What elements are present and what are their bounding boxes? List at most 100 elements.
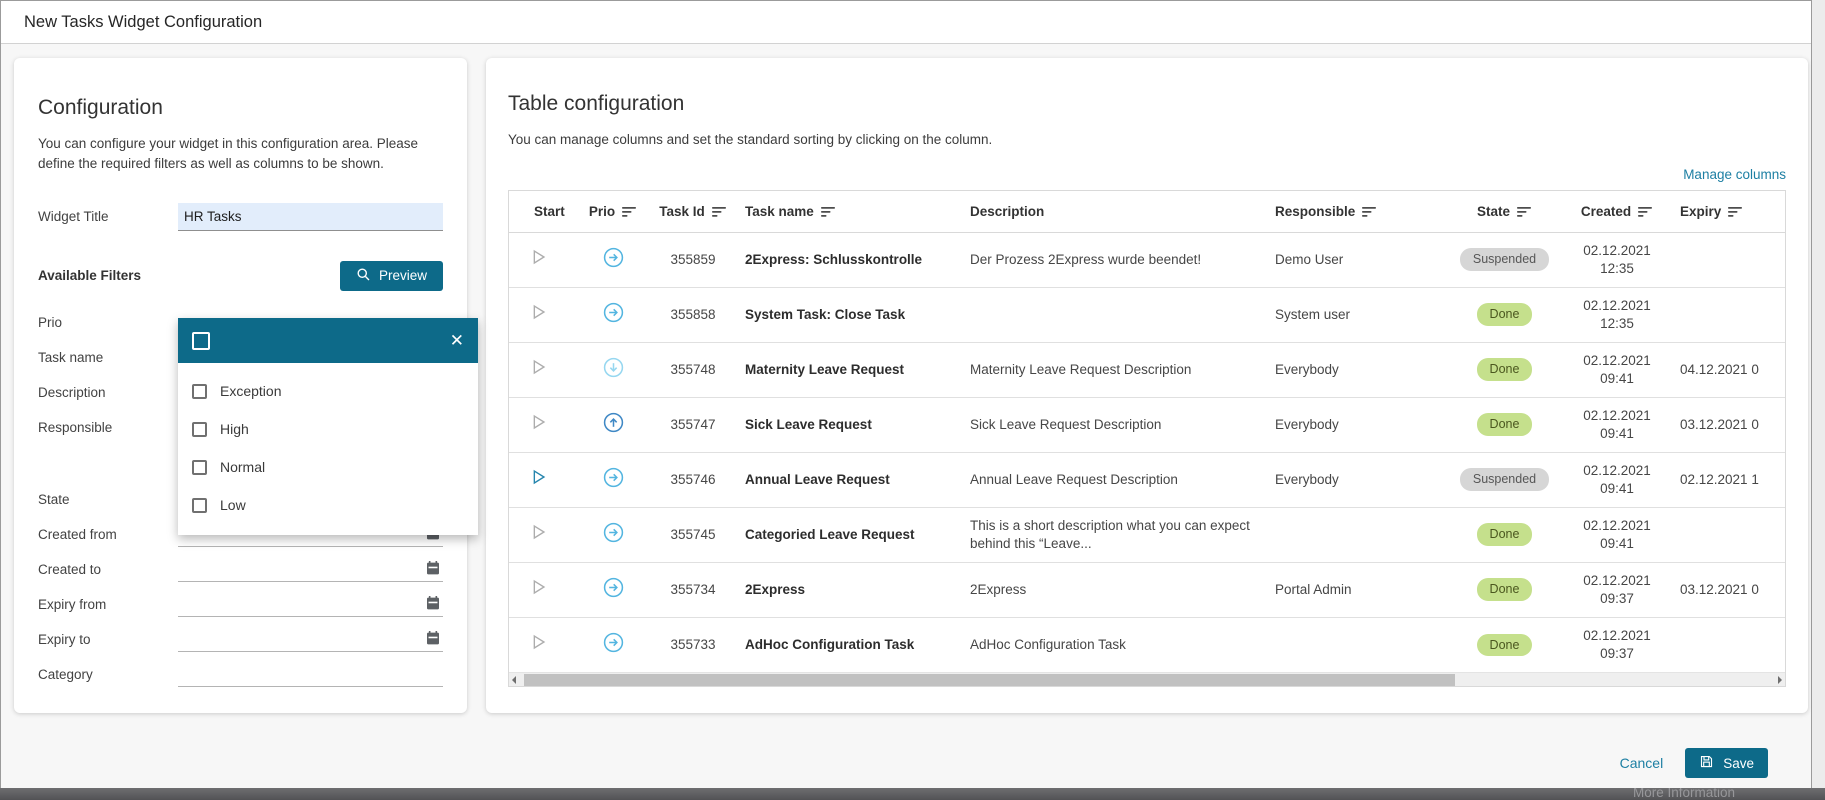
created-cell: 02.12.2021 09:41 — [1562, 452, 1672, 508]
created-time: 09:37 — [1600, 590, 1634, 606]
start-task-button[interactable] — [527, 635, 549, 656]
status-badge: Done — [1476, 358, 1533, 382]
checkbox[interactable] — [192, 421, 207, 437]
prio-cell — [577, 342, 649, 398]
created-time: 09:41 — [1600, 535, 1634, 551]
start-task-button[interactable] — [527, 249, 549, 271]
table-configuration-panel: Table configuration You can manage colum… — [486, 58, 1808, 713]
start-task-button[interactable] — [527, 469, 549, 491]
created-date: 02.12.2021 — [1583, 462, 1651, 478]
column-header-task-name[interactable]: Task name — [737, 191, 962, 233]
table-row: 355747 Sick Leave Request Sick Leave Reque… — [509, 397, 1785, 453]
created-date: 02.12.2021 — [1583, 297, 1651, 313]
prio-arrow-right-icon — [602, 301, 625, 324]
dropdown-option-high[interactable]: High — [178, 410, 478, 448]
column-header-start[interactable]: Start — [509, 191, 577, 233]
calendar-icon[interactable] — [425, 560, 441, 581]
dropdown-option-exception[interactable]: Exception — [178, 372, 478, 410]
state-cell: Done — [1447, 562, 1562, 618]
filter-label: Description — [38, 384, 106, 400]
status-badge: Done — [1476, 578, 1533, 602]
column-header-label: Start — [534, 204, 565, 219]
created-cell: 02.12.2021 09:41 — [1562, 507, 1672, 563]
responsible-cell — [1267, 617, 1447, 672]
filter-input-created-to[interactable] — [178, 556, 443, 582]
filter-label: State — [38, 491, 70, 507]
start-task-button[interactable] — [527, 414, 549, 436]
prio-arrow-right-icon — [602, 576, 625, 599]
dropdown-option-label: Exception — [220, 383, 282, 399]
column-header-responsible[interactable]: Responsible — [1267, 191, 1447, 233]
scroll-right-icon[interactable] — [1778, 676, 1782, 685]
close-icon[interactable]: ✕ — [450, 332, 464, 349]
checkbox[interactable] — [192, 497, 207, 513]
column-header-label: Task name — [745, 204, 814, 219]
responsible-cell: Demo User — [1267, 232, 1447, 288]
calendar-icon[interactable] — [425, 595, 441, 616]
filter-input-expiry-to[interactable] — [178, 626, 443, 652]
created-time: 12:35 — [1600, 315, 1634, 331]
manage-columns-link[interactable]: Manage columns — [1683, 167, 1786, 182]
filter-label: Responsible — [38, 419, 113, 435]
description-cell: Annual Leave Request Description — [962, 452, 1267, 508]
dropdown-option-label: Low — [220, 497, 246, 513]
created-cell: 02.12.2021 12:35 — [1562, 287, 1672, 343]
select-all-checkbox[interactable] — [192, 331, 210, 350]
task-id-cell: 355734 — [649, 562, 737, 618]
table-row: 355859 2Express: Schlusskontrolle Der Proz… — [509, 232, 1785, 288]
dropdown-option-label: High — [220, 421, 249, 437]
column-header-task-id[interactable]: Task Id — [649, 191, 737, 233]
created-date: 02.12.2021 — [1583, 407, 1651, 423]
start-task-button[interactable] — [527, 579, 549, 601]
table-row: 355746 Annual Leave Request Annual Leave R… — [509, 452, 1785, 508]
responsible-cell: Everybody — [1267, 397, 1447, 453]
column-header-prio[interactable]: Prio — [577, 191, 649, 233]
scrollbar-thumb[interactable] — [524, 674, 1456, 687]
created-date: 02.12.2021 — [1583, 352, 1651, 368]
status-badge: Done — [1476, 303, 1533, 327]
start-task-button[interactable] — [527, 524, 549, 546]
calendar-icon[interactable] — [425, 630, 441, 651]
filter-input-expiry-from[interactable] — [178, 591, 443, 617]
task-name-cell: 2Express: Schlusskontrolle — [737, 232, 962, 288]
expiry-cell: 04.12.2021 0 — [1672, 342, 1785, 398]
dropdown-option-label: Normal — [220, 459, 266, 475]
column-header-description[interactable]: Description — [962, 191, 1267, 233]
widget-title-input[interactable] — [178, 202, 443, 231]
preview-button[interactable]: Preview — [339, 260, 443, 291]
play-icon — [533, 304, 546, 320]
table-row: 355733 AdHoc Configuration Task AdHoc Conf… — [509, 617, 1785, 672]
dropdown-option-low[interactable]: Low — [178, 486, 478, 524]
scroll-left-icon[interactable] — [512, 676, 516, 685]
background-footer-text: More Information — [1633, 788, 1736, 800]
expiry-cell — [1672, 232, 1785, 288]
task-name-cell: System Task: Close Task — [737, 287, 962, 343]
prio-dropdown-options: Exception High Normal Low — [178, 363, 478, 535]
column-header-created[interactable]: Created — [1562, 191, 1672, 233]
task-id-cell: 355733 — [670, 636, 716, 652]
horizontal-scrollbar[interactable] — [509, 672, 1785, 687]
checkbox[interactable] — [192, 459, 207, 475]
task-id-cell: 355746 — [649, 452, 737, 508]
checkbox[interactable] — [192, 383, 207, 399]
description-cell — [962, 287, 1267, 343]
column-header-label: Expiry — [1680, 204, 1722, 219]
prio-cell — [577, 287, 649, 343]
responsible-cell: Everybody — [1267, 342, 1447, 398]
filter-input-category[interactable] — [178, 661, 443, 687]
play-icon — [533, 249, 546, 265]
column-header-state[interactable]: State — [1447, 191, 1562, 233]
filter-label: Expiry to — [38, 631, 91, 647]
save-button-label: Save — [1723, 755, 1754, 771]
start-task-button[interactable] — [527, 304, 549, 326]
dropdown-option-normal[interactable]: Normal — [178, 448, 478, 486]
column-header-label: Description — [970, 204, 1045, 219]
start-task-button[interactable] — [527, 359, 549, 381]
description-cell: This is a short description what you can… — [962, 507, 1267, 563]
sort-icon — [1728, 206, 1743, 218]
cancel-button[interactable]: Cancel — [1620, 755, 1664, 771]
column-header-expiry[interactable]: Expiry — [1672, 191, 1785, 233]
save-button[interactable]: Save — [1685, 748, 1768, 778]
responsible-cell — [1267, 507, 1447, 563]
created-cell: 02.12.2021 09:41 — [1562, 342, 1672, 398]
